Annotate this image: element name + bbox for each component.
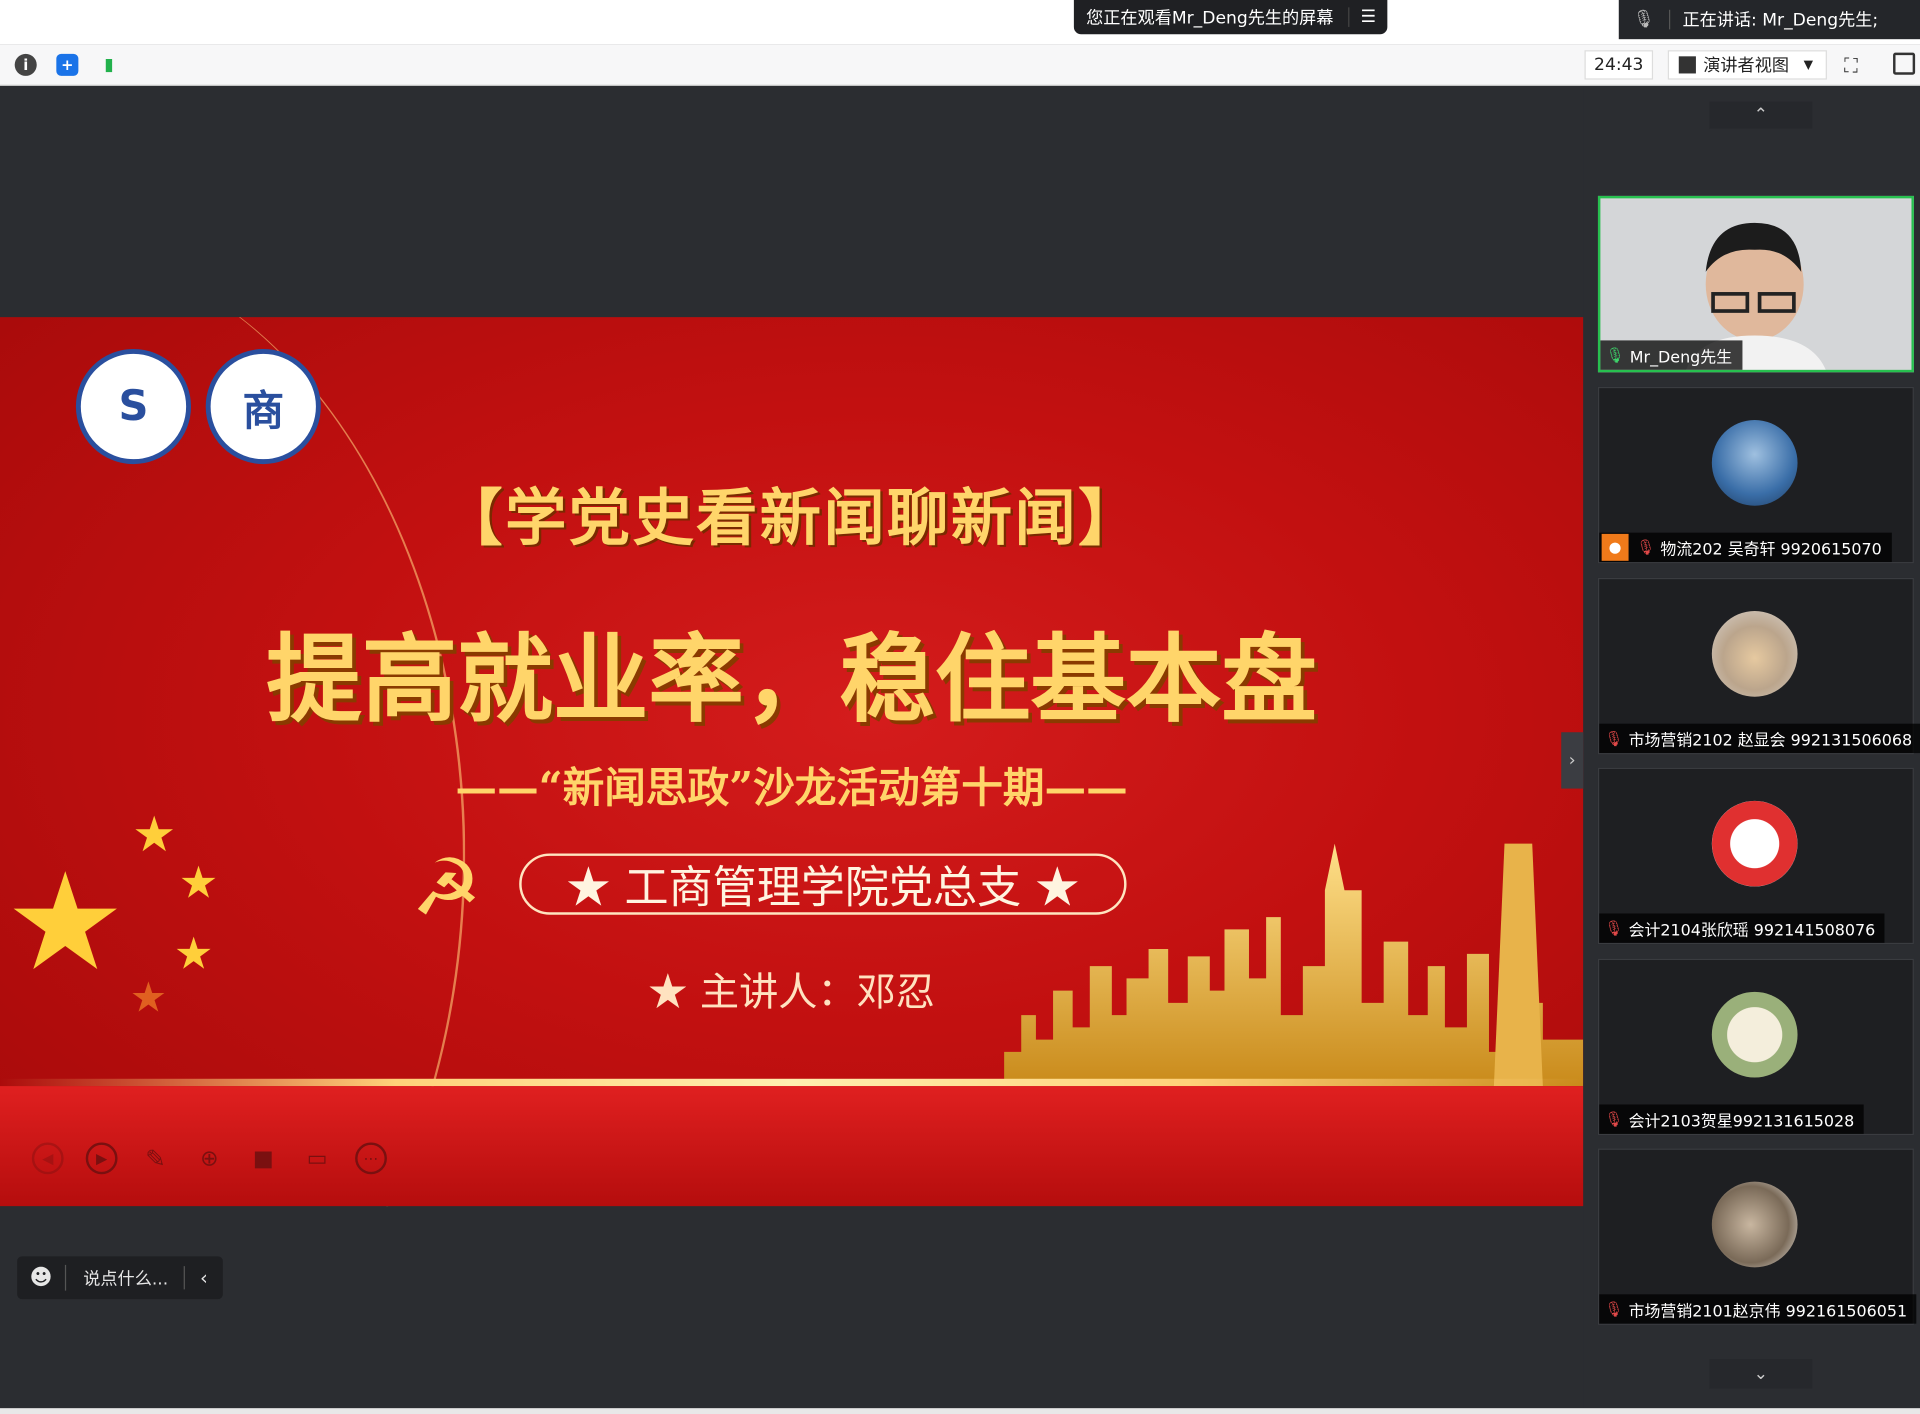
participant-tile[interactable]: 🎙 会计2103贺星992131615028: [1597, 958, 1914, 1136]
prev-slide-icon[interactable]: ◀: [31, 1142, 64, 1175]
star-icon: ★: [178, 858, 219, 909]
slide-gold-line: [0, 1078, 1584, 1087]
chevron-left-icon[interactable]: ‹: [183, 1266, 223, 1290]
mic-muted-icon: 🎙: [1604, 729, 1624, 747]
city-skyline: [1004, 843, 1584, 1087]
chat-input-bar[interactable]: ☻ 说点什么... ‹: [17, 1256, 223, 1300]
slide-subtitle: ——“新闻思政”沙龙活动第十期——: [455, 764, 1128, 814]
star-icon: ★: [173, 929, 214, 980]
fullscreen-icon[interactable]: ⛶: [1844, 54, 1868, 77]
participant-name-bar: 🎙 会计2104张欣瑶 992141508076: [1599, 913, 1886, 943]
shared-slide: S 商 【学党史看新闻聊新闻】 提高就业率，稳住基本盘 ——“新闻思政”沙龙活动…: [0, 317, 1584, 1207]
layout-icon: [1678, 56, 1696, 74]
next-slide-icon[interactable]: ▶: [85, 1142, 118, 1175]
participant-name-bar: 🎙 会计2103贺星992131615028: [1599, 1104, 1865, 1134]
scroll-up-icon[interactable]: ⌃: [1709, 101, 1813, 129]
camera-icon[interactable]: ■: [247, 1142, 279, 1174]
avatar: [1711, 420, 1798, 506]
pen-icon[interactable]: ✎: [140, 1142, 172, 1174]
mic-muted-icon: 🎙: [1636, 538, 1656, 556]
speaking-indicator: 🎙 正在讲话: Mr_Deng先生;: [1618, 0, 1920, 40]
sidebar-toggle-icon[interactable]: [1893, 52, 1916, 75]
mic-muted-icon: 🎙: [1604, 919, 1624, 937]
shield-icon[interactable]: +: [56, 53, 79, 76]
participant-tile[interactable]: 🎙 会计2104张欣瑶 992141508076: [1597, 767, 1914, 945]
zoom-icon[interactable]: ⊕: [193, 1142, 225, 1174]
viewing-text: 您正在观看Mr_Deng先生的屏幕: [1086, 8, 1334, 29]
mic-muted-icon[interactable]: 🎙: [1619, 9, 1671, 30]
host-badge-icon: ●: [1601, 533, 1629, 561]
bottom-strip: [0, 1408, 1920, 1414]
slide-title: 【学党史看新闻聊新闻】: [441, 481, 1142, 554]
participant-name-bar: 🎙 Mr_Deng先生: [1600, 340, 1742, 370]
mic-on-icon: 🎙: [1605, 346, 1625, 364]
participant-name: 物流202 吴奇轩 9920615070: [1660, 540, 1882, 559]
info-icon[interactable]: i: [14, 53, 37, 76]
avatar: [1711, 800, 1798, 887]
scroll-down-icon[interactable]: ⌄: [1709, 1359, 1813, 1389]
view-options-icon[interactable]: ☰: [1348, 7, 1387, 27]
slide-bottom-band: [0, 1086, 1584, 1207]
participant-tile[interactable]: 🎙 市场营销2101赵京伟 992161506051: [1597, 1148, 1917, 1325]
participant-name-bar: 🎙 市场营销2101赵京伟 992161506051: [1599, 1294, 1917, 1324]
party-emblem-icon: ☭: [411, 843, 482, 935]
subtitle-icon[interactable]: ▭: [301, 1142, 333, 1174]
participant-tile[interactable]: 🎙 Mr_Deng先生: [1597, 195, 1914, 373]
participant-name: 会计2104张欣瑶 992141508076: [1628, 921, 1876, 940]
star-icon: ★: [132, 806, 177, 864]
college-logo: S: [75, 348, 192, 465]
emoji-icon[interactable]: ☻: [17, 1264, 67, 1291]
speaking-text: 正在讲话: Mr_Deng先生;: [1682, 11, 1879, 31]
viewing-banner: 您正在观看Mr_Deng先生的屏幕 ☰: [1073, 0, 1388, 35]
collapse-panel-icon[interactable]: ›: [1561, 732, 1584, 789]
signal-icon[interactable]: ▮: [98, 54, 120, 76]
view-mode-dropdown[interactable]: 演讲者视图 ▼: [1667, 50, 1827, 80]
avatar: [1711, 1181, 1798, 1268]
meeting-window: 您正在观看Mr_Deng先生的屏幕 ☰ 🎙 正在讲话: Mr_Deng先生; i…: [0, 0, 1920, 1414]
mic-muted-icon: 🎙: [1604, 1110, 1624, 1128]
participant-name: 市场营销2102 赵显会 992131506068: [1628, 731, 1913, 751]
meeting-timer: 24:43: [1584, 50, 1654, 80]
avatar: [1711, 991, 1798, 1078]
slide-headline: 提高就业率，稳住基本盘: [266, 624, 1317, 736]
participant-name: Mr_Deng先生: [1629, 348, 1733, 367]
mic-muted-icon: 🎙: [1604, 1300, 1624, 1318]
star-icon: ★: [129, 973, 168, 1023]
chevron-down-icon: ▼: [1803, 58, 1814, 72]
participant-name-bar: ● 🎙 物流202 吴奇轩 9920615070: [1599, 532, 1892, 563]
chat-placeholder[interactable]: 说点什么...: [66, 1266, 184, 1290]
view-mode-label: 演讲者视图: [1703, 56, 1789, 76]
toolbar: i + ▮ 24:43 演讲者视图 ▼ ⛶: [0, 44, 1920, 86]
star-icon: ★: [4, 843, 126, 1001]
participant-tile[interactable]: ● 🎙 物流202 吴奇轩 9920615070: [1597, 386, 1914, 564]
participant-tile[interactable]: 🎙 市场营销2102 赵显会 992131506068: [1597, 577, 1920, 755]
participant-name: 市场营销2101赵京伟 992161506051: [1628, 1302, 1908, 1321]
participant-name-bar: 🎙 市场营销2102 赵显会 992131506068: [1599, 723, 1920, 754]
school-logo: 商: [205, 348, 321, 465]
participant-name: 会计2103贺星992131615028: [1628, 1112, 1855, 1131]
avatar: [1711, 611, 1798, 697]
more-options-icon[interactable]: ⋯: [355, 1142, 387, 1175]
